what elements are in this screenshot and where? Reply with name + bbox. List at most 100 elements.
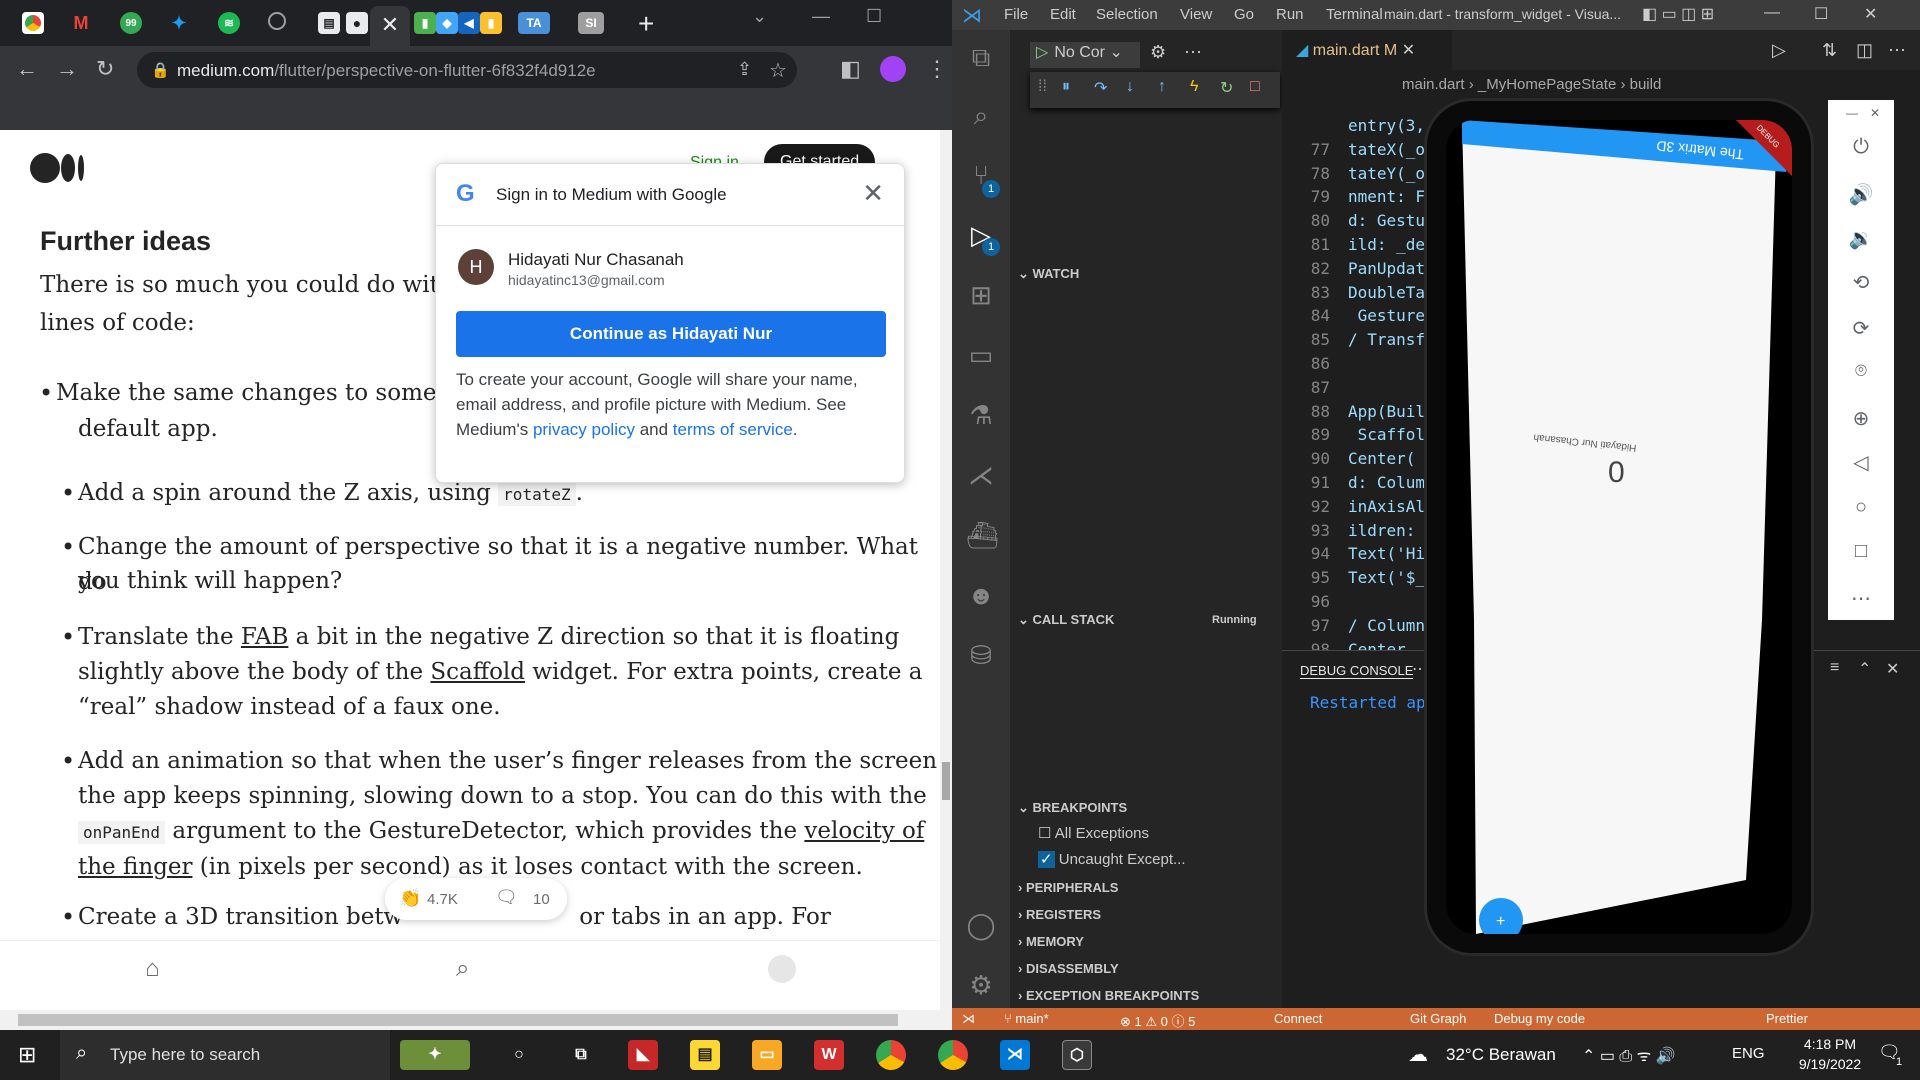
memory-header[interactable]: › MEMORY bbox=[1018, 934, 1084, 949]
chrome-profile-icon[interactable] bbox=[938, 1040, 968, 1070]
chrome-tab-icon[interactable] bbox=[22, 12, 44, 34]
back-icon[interactable]: ← bbox=[16, 56, 38, 82]
emulator-screen[interactable]: The Matrix 3D DEBUG Hidayati Nur Chasana… bbox=[1446, 120, 1792, 934]
branch-label[interactable]: ⑂ main* bbox=[1004, 1011, 1049, 1026]
sticky-notes-icon[interactable]: ▤ bbox=[690, 1040, 720, 1070]
git-graph-icon[interactable]: ⋌ bbox=[966, 460, 996, 490]
clock-time[interactable]: 4:18 PM bbox=[1790, 1036, 1870, 1052]
minimize-icon[interactable]: — bbox=[1764, 4, 1780, 22]
weather-text[interactable]: 32°C Berawan bbox=[1446, 1045, 1556, 1065]
problems-indicator[interactable]: ⊗ 1 ⚠ 0 ⓘ 5 bbox=[1120, 1011, 1195, 1030]
menu-file[interactable]: File bbox=[1004, 6, 1028, 23]
run-config-select[interactable]: ▷ No Cor ⌄ bbox=[1030, 42, 1140, 68]
connect-item[interactable]: Connect bbox=[1274, 1011, 1322, 1026]
close-icon[interactable]: ✕ bbox=[1870, 106, 1880, 120]
tab-si[interactable]: SI bbox=[578, 12, 604, 34]
close-panel-icon[interactable]: ✕ bbox=[1886, 659, 1899, 679]
scaffold-link[interactable]: Scaffold bbox=[430, 659, 525, 685]
scroll-thumb[interactable] bbox=[942, 762, 950, 800]
vscode-icon[interactable]: ⋊ bbox=[1000, 1040, 1030, 1070]
close-icon[interactable]: ✕ bbox=[862, 178, 884, 209]
back-icon[interactable]: ◁ bbox=[1848, 450, 1874, 475]
app-icon-red[interactable]: ◣ bbox=[628, 1040, 658, 1070]
pause-icon[interactable]: ⏸ bbox=[1062, 78, 1070, 96]
file-explorer-icon[interactable]: ▭ bbox=[752, 1040, 782, 1070]
git-graph-item[interactable]: Git Graph bbox=[1410, 1011, 1466, 1026]
more-menu-icon[interactable]: ⋮ bbox=[926, 56, 948, 82]
profile-icon[interactable] bbox=[768, 955, 796, 983]
continue-button[interactable]: Continue as Hidayati Nur bbox=[456, 311, 886, 357]
privacy-policy-link[interactable]: privacy policy bbox=[533, 420, 635, 439]
profile-avatar[interactable] bbox=[880, 56, 906, 82]
twitter-tab-icon[interactable]: ✦ bbox=[168, 12, 190, 34]
explorer-icon[interactable]: ⧉ bbox=[966, 42, 996, 72]
menu-go[interactable]: Go bbox=[1234, 6, 1254, 23]
scroll-thumb[interactable] bbox=[18, 1014, 898, 1026]
minimize-icon[interactable]: — bbox=[1846, 106, 1858, 120]
debug-console-tab[interactable]: DEBUG CONSOLE bbox=[1300, 663, 1414, 679]
registers-header[interactable]: › REGISTERS bbox=[1018, 907, 1101, 922]
prettier-item[interactable]: Prettier bbox=[1766, 1011, 1808, 1026]
step-out-icon[interactable]: ↑ bbox=[1158, 78, 1166, 96]
tab-main-dart[interactable]: ◢ main.dart M ✕ bbox=[1282, 30, 1452, 70]
medium-tab-icon[interactable]: ● bbox=[346, 12, 368, 34]
extensions-icon[interactable]: ⊞ bbox=[966, 280, 996, 310]
active-tab-close[interactable]: ✕ bbox=[370, 6, 410, 46]
velocity-link-2[interactable]: the finger bbox=[78, 854, 192, 880]
docker-icon[interactable]: ⛴ bbox=[966, 520, 999, 550]
step-over-icon[interactable]: ↷ bbox=[1094, 78, 1107, 98]
maximize-icon[interactable]: ☐ bbox=[866, 6, 882, 27]
home-icon[interactable]: ⌂ bbox=[145, 955, 160, 983]
search-icon[interactable]: ⌕ bbox=[456, 955, 469, 983]
peripherals-header[interactable]: › PERIPHERALS bbox=[1018, 880, 1118, 895]
forward-icon[interactable]: → bbox=[56, 56, 78, 82]
tab-icon-c[interactable]: ◀ bbox=[458, 12, 480, 34]
power-icon[interactable]: ⏻ bbox=[1848, 136, 1874, 159]
share-icon[interactable]: ⇪ bbox=[737, 59, 752, 80]
minimize-icon[interactable]: — bbox=[812, 6, 830, 27]
clear-console-icon[interactable]: ≡ bbox=[1830, 659, 1839, 677]
close-icon[interactable]: ✕ bbox=[1864, 4, 1877, 24]
database-icon[interactable]: ⛁ bbox=[966, 640, 996, 670]
home-icon[interactable]: ○ bbox=[1848, 496, 1874, 519]
debug-code-item[interactable]: Debug my code bbox=[1494, 1011, 1585, 1026]
fab-link[interactable]: FAB bbox=[241, 624, 288, 650]
disassembly-header[interactable]: › DISASSEMBLY bbox=[1018, 961, 1119, 976]
rotate-right-icon[interactable]: ⟳ bbox=[1848, 316, 1874, 341]
menu-run[interactable]: Run bbox=[1276, 6, 1304, 23]
close-icon[interactable]: ✕ bbox=[1402, 42, 1415, 59]
step-into-icon[interactable]: ↓ bbox=[1126, 78, 1134, 96]
volume-down-icon[interactable]: 🔉 bbox=[1848, 226, 1874, 251]
menu-edit[interactable]: Edit bbox=[1050, 6, 1076, 23]
task-view-icon[interactable]: ⧉ bbox=[566, 1040, 596, 1070]
more-icon[interactable]: ⋯ bbox=[1888, 40, 1906, 61]
more-icon[interactable]: ⋯ bbox=[1848, 586, 1874, 611]
horizontal-scrollbar[interactable] bbox=[0, 1010, 952, 1030]
watch-header[interactable]: ⌄ WATCH bbox=[1018, 266, 1079, 282]
volume-up-icon[interactable]: 🔊 bbox=[1848, 182, 1874, 207]
overview-icon[interactable]: □ bbox=[1848, 540, 1874, 563]
maximize-icon[interactable]: ☐ bbox=[1814, 4, 1828, 24]
settings-gear-icon[interactable]: ⚙ bbox=[966, 970, 996, 1000]
clap-icon[interactable]: 👏 bbox=[399, 888, 421, 909]
remote-explorer-icon[interactable]: ▭ bbox=[966, 340, 996, 370]
tab-search-icon[interactable]: ⌄ bbox=[752, 6, 767, 27]
wps-icon[interactable]: W bbox=[814, 1040, 844, 1070]
tab-icon-d[interactable]: ▮ bbox=[480, 12, 502, 34]
screenshot-icon[interactable]: ⌾ bbox=[1848, 360, 1874, 383]
language-indicator[interactable]: ENG bbox=[1732, 1045, 1765, 1062]
callstack-header[interactable]: ⌄ CALL STACK bbox=[1018, 612, 1114, 628]
transformed-app[interactable]: The Matrix 3D DEBUG Hidayati Nur Chasana… bbox=[1446, 120, 1792, 934]
zoom-icon[interactable]: ⊕ bbox=[1848, 406, 1874, 431]
medium-logo[interactable] bbox=[30, 152, 86, 186]
doc-tab-icon[interactable]: ▤ bbox=[318, 12, 340, 34]
drag-handle-icon[interactable]: ⁞⁞ bbox=[1038, 78, 1047, 96]
alien-icon[interactable]: ☻ bbox=[966, 580, 996, 610]
search-highlight-icon[interactable]: ✦ bbox=[400, 1040, 470, 1070]
rotate-left-icon[interactable]: ⟲ bbox=[1848, 270, 1874, 295]
gear-icon[interactable]: ⚙ bbox=[1150, 42, 1166, 63]
split-editor-icon[interactable]: ◫ bbox=[1856, 40, 1873, 61]
tab-icon-a[interactable]: ▮ bbox=[414, 12, 436, 34]
run-icon[interactable]: ▷ bbox=[1772, 40, 1786, 61]
vertical-scrollbar[interactable] bbox=[940, 130, 952, 1010]
